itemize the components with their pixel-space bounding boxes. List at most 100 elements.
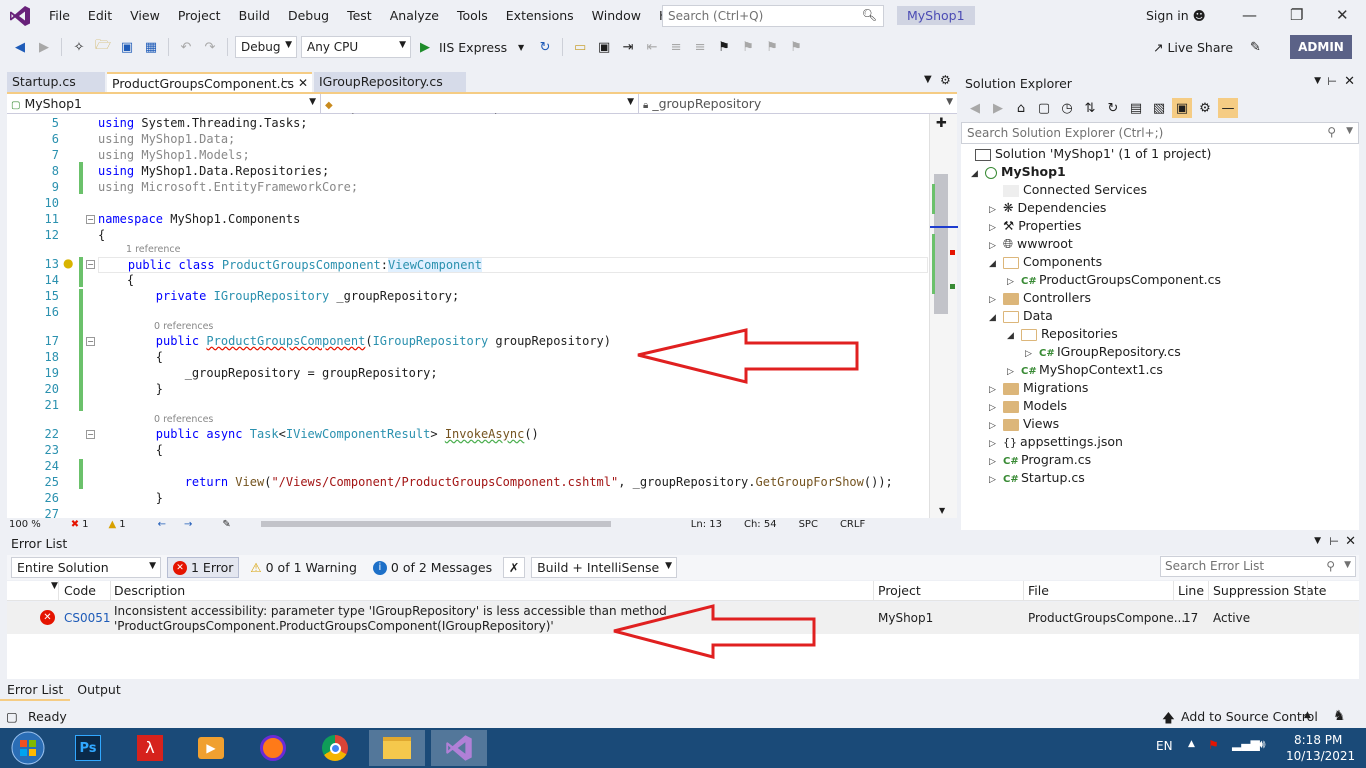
menu-test[interactable]: Test [338, 0, 381, 32]
dock-icon[interactable]: ⊢ [1329, 535, 1339, 548]
close-icon[interactable]: ✕ [1345, 534, 1356, 549]
sign-in-link[interactable]: Sign in ☻ [1146, 8, 1206, 23]
properties-wrench-icon[interactable]: ⚙ [1195, 98, 1215, 118]
visual-studio-logo-icon[interactable] [0, 0, 40, 32]
comment-icon[interactable]: ≡ [666, 37, 686, 57]
scroll-down-icon[interactable]: ▼ [939, 506, 945, 515]
admin-badge[interactable]: ADMIN [1290, 35, 1352, 59]
menu-project[interactable]: Project [169, 0, 230, 32]
editor-settings-gear-icon[interactable]: ⚙ [940, 73, 951, 87]
tab-igroup-repository-cs[interactable]: IGroupRepository.cs [314, 72, 466, 93]
preview-selected-icon[interactable]: ▣ [1172, 98, 1192, 118]
expanded-arrow-icon[interactable]: ◢ [989, 255, 1003, 273]
warning-count-icon[interactable]: ▲ [109, 519, 117, 530]
show-hidden-icons-icon[interactable]: ▲ [1188, 739, 1195, 749]
pin-icon[interactable]: ⊢ [1327, 75, 1337, 88]
chevron-down-icon[interactable]: ▼ [1346, 126, 1353, 136]
pin-icon[interactable]: ⊢ [281, 77, 290, 88]
uncomment-icon[interactable]: ≡ [690, 37, 710, 57]
tree-node-dependencies[interactable]: ▷ ❋ Dependencies [989, 199, 1106, 217]
clear-bookmarks-icon[interactable]: ⚑ [786, 37, 806, 57]
start-debugging-icon[interactable]: ▶ [415, 37, 435, 57]
collapse-all-icon[interactable]: ▤ [1126, 98, 1146, 118]
tab-startup-cs[interactable]: Startup.cs [7, 72, 105, 93]
chevron-down-icon[interactable]: ▼ [1314, 536, 1321, 546]
clock-time[interactable]: 8:18 PM [1294, 733, 1342, 747]
open-folder-icon[interactable]: 🗁︎ [93, 37, 113, 57]
clock-date[interactable]: 10/13/2021 [1286, 749, 1355, 763]
error-code-link[interactable]: CS0051 [64, 611, 111, 625]
sort-icon[interactable]: ▼ [51, 581, 58, 591]
notification-bell-icon[interactable]: ♞ [1333, 708, 1346, 724]
tab-error-list[interactable]: Error List [0, 679, 71, 701]
collapse-region-icon[interactable]: − [86, 215, 95, 224]
switch-views-icon[interactable]: ▢ [1034, 98, 1054, 118]
tree-node-project[interactable]: ◢ MyShop1 [971, 163, 1066, 181]
tree-node-program-cs[interactable]: ▷ C# Program.cs [989, 451, 1091, 469]
network-signal-icon[interactable]: ▂▄▆ [1232, 737, 1260, 751]
build-source-select[interactable]: Build + IntelliSense ▼ [531, 557, 678, 578]
step-over-icon[interactable]: ⇤ [642, 37, 662, 57]
photoshop-icon[interactable]: Ps [60, 730, 116, 766]
refresh-icon[interactable]: ↻ [535, 37, 555, 57]
forward-icon[interactable]: ▶ [988, 98, 1008, 118]
tree-node-properties[interactable]: ▷ ⚒ Properties [989, 217, 1081, 235]
collapse-region-icon[interactable]: − [86, 260, 95, 269]
chevron-down-icon[interactable]: ▼ [511, 37, 531, 57]
chrome-icon[interactable] [307, 730, 363, 766]
quick-launch-search-input[interactable]: Search (Ctrl+Q) 🔍︎ [662, 5, 884, 27]
expanded-arrow-icon[interactable]: ◢ [1007, 327, 1021, 345]
bookmark-icon[interactable]: ⚑ [714, 37, 734, 57]
menu-debug[interactable]: Debug [279, 0, 338, 32]
file-explorer-icon[interactable] [369, 730, 425, 766]
zoom-level[interactable]: 100 % [9, 519, 41, 530]
brush-icon[interactable]: ✎ [222, 519, 230, 530]
tab-overflow-icon[interactable]: ▼ [924, 74, 932, 85]
collapsed-arrow-icon[interactable]: ▷ [989, 471, 1003, 489]
menu-build[interactable]: Build [230, 0, 279, 32]
messages-filter-button[interactable]: i0 of 2 Messages [368, 557, 497, 578]
collapse-region-icon[interactable]: − [86, 430, 95, 439]
tree-node-product-groups-component-cs[interactable]: ▷ C# ProductGroupsComponent.cs [1007, 271, 1221, 289]
menu-file[interactable]: File [40, 0, 79, 32]
live-share-button[interactable]: ↗ Live Share [1153, 40, 1233, 55]
media-player-icon[interactable]: ▶ [183, 730, 239, 766]
restore-button[interactable]: ❐ [1290, 6, 1303, 24]
forward-icon[interactable]: ▶ [34, 37, 54, 57]
tree-node-wwwroot[interactable]: ▷ 🌐︎ wwwroot [989, 235, 1073, 253]
tree-node-components[interactable]: ◢ Components [989, 253, 1102, 271]
next-bookmark-icon[interactable]: ⚑ [762, 37, 782, 57]
clear-filter-icon[interactable]: ✗ [503, 557, 526, 578]
add-to-source-control-button[interactable]: Add to Source Control [1181, 709, 1318, 724]
screenshot-icon[interactable]: ▣ [594, 37, 614, 57]
home-icon[interactable]: ⌂ [1011, 98, 1031, 118]
close-tab-icon[interactable]: ✕ [298, 76, 308, 90]
code-editor[interactable]: 5 6 7 8 9 10 11 12 13 14 15 16 17 18 19 … [7, 114, 929, 518]
prev-bookmark-icon[interactable]: ⚑ [738, 37, 758, 57]
codelens-references[interactable]: 0 references [154, 321, 213, 332]
step-into-icon[interactable]: ⇥ [618, 37, 638, 57]
show-all-files-icon[interactable]: ▧ [1149, 98, 1169, 118]
collapse-region-icon[interactable]: − [86, 337, 95, 346]
expanded-arrow-icon[interactable]: ◢ [989, 309, 1003, 327]
column-header-description[interactable]: Description [114, 583, 185, 598]
close-window-button[interactable]: ✕ [1336, 6, 1349, 24]
tree-node-connected-services[interactable]: Connected Services [1003, 181, 1147, 199]
column-header-line[interactable]: Line [1178, 583, 1204, 598]
tree-node-igroup-repository-cs[interactable]: ▷ C# IGroupRepository.cs [1025, 343, 1181, 361]
menu-view[interactable]: View [121, 0, 169, 32]
save-icon[interactable]: ▣ [117, 37, 137, 57]
menu-tools[interactable]: Tools [448, 0, 497, 32]
nav-back-icon[interactable]: ← [158, 519, 166, 530]
refresh-icon[interactable]: ↻ [1103, 98, 1123, 118]
tree-node-models[interactable]: ▷ Models [989, 397, 1067, 415]
close-icon[interactable]: ✕ [1344, 74, 1355, 89]
member-dropdown[interactable]: 🔒︎ _groupRepository ▼ [639, 94, 957, 114]
start-button-icon[interactable] [0, 730, 56, 766]
minimize-button[interactable]: — [1242, 6, 1257, 24]
tree-node-appsettings-json[interactable]: ▷{} appsettings.json [989, 433, 1123, 451]
preview-toggle-icon[interactable]: — [1218, 98, 1238, 118]
column-header-file[interactable]: File [1028, 583, 1049, 598]
column-header-code[interactable]: Code [64, 583, 96, 598]
chevron-down-icon[interactable]: ▼ [1344, 560, 1351, 570]
